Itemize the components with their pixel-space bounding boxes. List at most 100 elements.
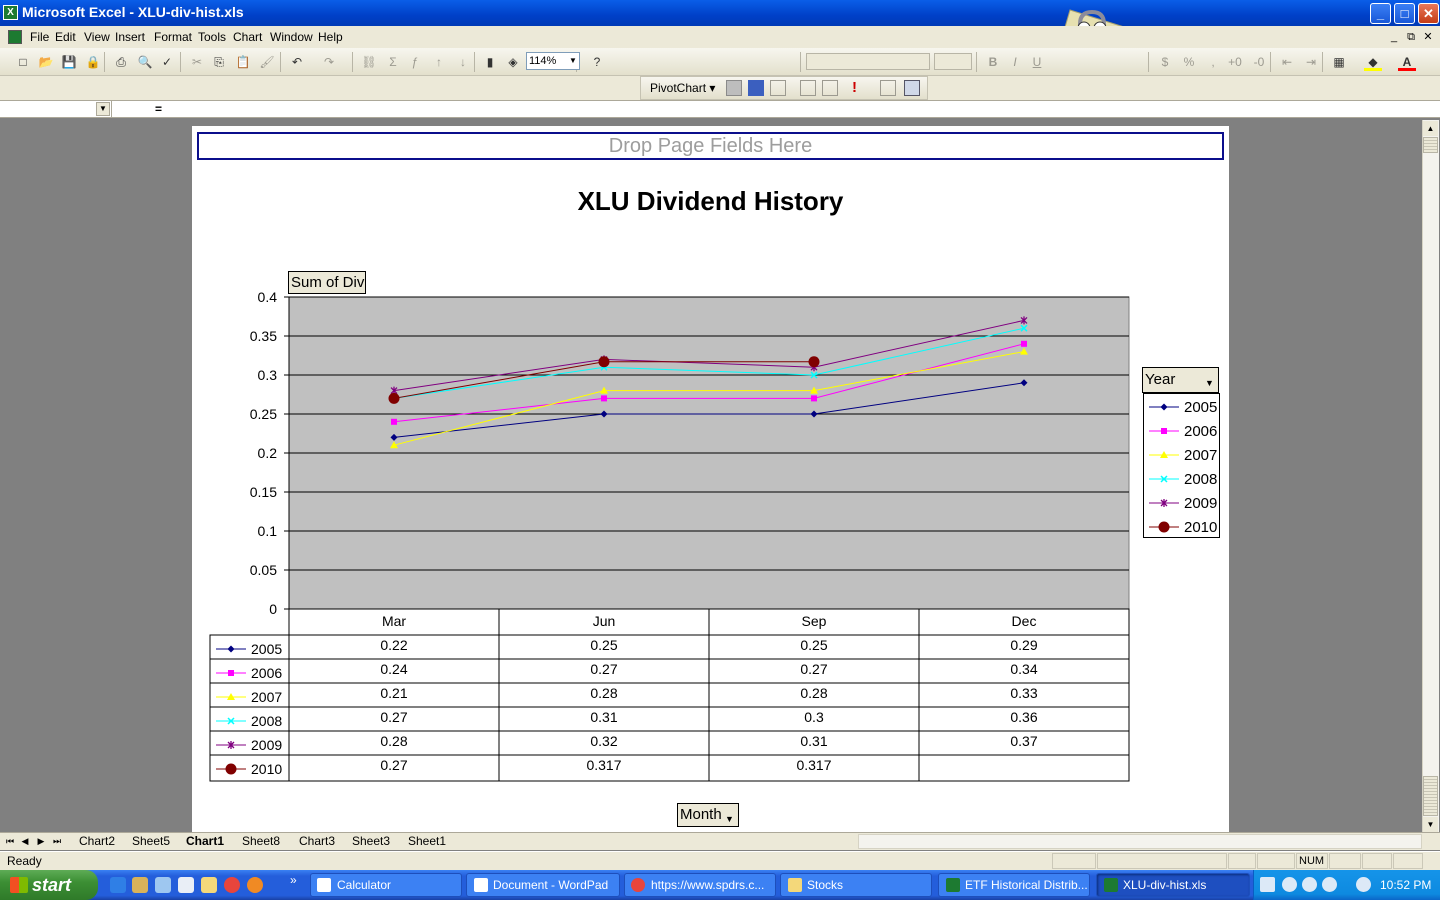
paste-icon[interactable]: 📋 — [234, 53, 252, 71]
show-detail-icon[interactable] — [822, 80, 838, 96]
refresh-data-icon[interactable]: ! — [852, 79, 857, 96]
format-report-icon[interactable] — [726, 80, 742, 96]
decrease-decimal-icon[interactable]: -0 — [1250, 53, 1268, 71]
excel-app-icon[interactable]: X — [3, 5, 18, 20]
sheet-tab-sheet3[interactable]: Sheet3 — [352, 834, 390, 848]
decrease-indent-icon[interactable]: ⇤ — [1278, 53, 1296, 71]
insert-function-label[interactable]: = — [155, 102, 162, 116]
menu-edit[interactable]: Edit — [55, 30, 76, 44]
formula-bar[interactable] — [0, 100, 1440, 118]
volume-icon[interactable] — [1356, 877, 1371, 892]
function-icon[interactable]: ƒ — [406, 53, 424, 71]
fill-color-icon[interactable]: ◆ — [1364, 53, 1382, 71]
next-sheet-icon[interactable]: ▶ — [34, 834, 48, 848]
line-chart[interactable]: 0 0.05 0.1 0.15 0.2 0.25 0.3 0.35 0.4 Mar Jun Sep De… — [192, 126, 1229, 834]
hyperlink-icon[interactable]: ⛓ — [360, 53, 378, 71]
new-icon[interactable]: □ — [14, 53, 32, 71]
category-field-dropdown-icon[interactable]: ▼ — [722, 812, 737, 826]
minimize-button[interactable]: _ — [1370, 3, 1391, 24]
currency-icon[interactable]: $ — [1156, 53, 1174, 71]
comma-icon[interactable]: , — [1204, 53, 1222, 71]
scroll-down-icon[interactable]: ▼ — [1423, 817, 1438, 832]
show-field-list-icon[interactable] — [904, 80, 920, 96]
doc-restore-button[interactable]: ⧉ — [1404, 30, 1418, 44]
autosum-icon[interactable]: Σ — [384, 53, 402, 71]
back-arrow-icon[interactable] — [1302, 877, 1317, 892]
sort-ascending-icon[interactable]: ↑ — [430, 53, 448, 71]
data-field-button[interactable]: Sum of Div — [288, 271, 366, 294]
format-painter-icon[interactable]: 🖌 — [258, 53, 276, 71]
chart-wizard-icon[interactable] — [748, 80, 764, 96]
menu-format[interactable]: Format — [154, 30, 192, 44]
horizontal-scrollbar[interactable] — [858, 834, 1422, 849]
borders-icon[interactable]: ▦ — [1330, 53, 1348, 71]
bold-icon[interactable]: B — [984, 53, 1002, 71]
sheet-tab-chart1[interactable]: Chart1 — [186, 834, 224, 848]
firefox-icon[interactable] — [247, 877, 263, 893]
increase-decimal-icon[interactable]: +0 — [1226, 53, 1244, 71]
sheet-tab-sheet5[interactable]: Sheet5 — [132, 834, 170, 848]
folder-icon[interactable] — [201, 877, 217, 893]
sheet-tab-chart3[interactable]: Chart3 — [299, 834, 335, 848]
open-icon[interactable]: 📂 — [37, 53, 55, 71]
first-sheet-icon[interactable]: ⏮ — [3, 834, 17, 848]
taskbar-button-browser[interactable]: https://www.spdrs.c... — [624, 873, 776, 897]
quicklaunch-app-icon[interactable] — [178, 877, 194, 893]
undo-icon[interactable]: ↶ — [288, 53, 306, 71]
cut-icon[interactable]: ✂ — [188, 53, 206, 71]
menu-help[interactable]: Help — [318, 30, 343, 44]
menu-window[interactable]: Window — [270, 30, 313, 44]
last-sheet-icon[interactable]: ⏭ — [50, 834, 64, 848]
spelling-icon[interactable]: ✓ — [158, 53, 176, 71]
vertical-scrollbar[interactable] — [1422, 120, 1439, 834]
chrome-icon[interactable] — [224, 877, 240, 893]
drawing-icon[interactable]: ◈ — [504, 53, 522, 71]
sheet-tab-sheet8[interactable]: Sheet8 — [242, 834, 280, 848]
pivotchart-menu-button[interactable]: PivotChart ▾ — [650, 81, 715, 95]
chart-legend[interactable]: 2005 2006 2007 2008 2009 2010 — [1143, 393, 1220, 538]
save-icon[interactable]: 💾 — [60, 53, 78, 71]
percent-icon[interactable]: % — [1180, 53, 1198, 71]
taskbar-button-xlu-div-hist[interactable]: XLU-div-hist.xls — [1096, 873, 1250, 897]
workbook-icon[interactable] — [8, 30, 22, 44]
print-preview-icon[interactable]: 🔍 — [136, 53, 154, 71]
increase-indent-icon[interactable]: ⇥ — [1302, 53, 1320, 71]
taskbar-button-wordpad[interactable]: Document - WordPad — [466, 873, 620, 897]
underline-icon[interactable]: U — [1028, 53, 1046, 71]
menu-view[interactable]: View — [84, 30, 110, 44]
scroll-split-handle[interactable] — [1423, 137, 1438, 153]
copy-icon[interactable]: ⎘ — [210, 53, 228, 71]
quicklaunch-app-icon[interactable] — [155, 877, 171, 893]
help-icon[interactable]: ? — [588, 53, 606, 71]
italic-icon[interactable]: I — [1006, 53, 1024, 71]
quicklaunch-app-icon[interactable] — [132, 877, 148, 893]
network-icon[interactable] — [1322, 877, 1337, 892]
pivot-table-icon[interactable] — [770, 80, 786, 96]
field-settings-icon[interactable] — [880, 80, 896, 96]
doc-close-button[interactable]: ✕ — [1421, 30, 1435, 44]
menu-tools[interactable]: Tools — [198, 30, 226, 44]
sheet-tab-chart2[interactable]: Chart2 — [79, 834, 115, 848]
menu-file[interactable]: File — [30, 30, 49, 44]
name-box-dropdown-icon[interactable]: ▼ — [96, 102, 110, 116]
menu-insert[interactable]: Insert — [115, 30, 145, 44]
taskbar-button-calculator[interactable]: Calculator — [310, 873, 462, 897]
internet-explorer-icon[interactable] — [110, 877, 126, 893]
prev-sheet-icon[interactable]: ◀ — [18, 834, 32, 848]
taskbar-button-etf-distrib[interactable]: ETF Historical Distrib... — [938, 873, 1090, 897]
font-color-icon[interactable]: A — [1398, 53, 1416, 71]
series-field-dropdown-icon[interactable]: ▼ — [1202, 376, 1217, 391]
font-size-select[interactable] — [934, 53, 972, 70]
chart-wizard-icon[interactable]: ▮ — [481, 53, 499, 71]
sort-descending-icon[interactable]: ↓ — [454, 53, 472, 71]
maximize-button[interactable]: □ — [1394, 3, 1415, 24]
redo-icon[interactable]: ↷ — [320, 53, 338, 71]
close-button[interactable]: ✕ — [1418, 3, 1439, 24]
zoom-dropdown-arrow-icon[interactable]: ▼ — [569, 56, 577, 65]
print-icon[interactable]: ⎙ — [112, 53, 130, 71]
quicklaunch-more-icon[interactable]: » — [290, 873, 297, 887]
sheet-tab-sheet1[interactable]: Sheet1 — [408, 834, 446, 848]
permission-icon[interactable]: 🔒 — [84, 53, 102, 71]
scroll-up-icon[interactable]: ▲ — [1423, 121, 1438, 136]
taskbar-button-stocks[interactable]: Stocks — [780, 873, 932, 897]
